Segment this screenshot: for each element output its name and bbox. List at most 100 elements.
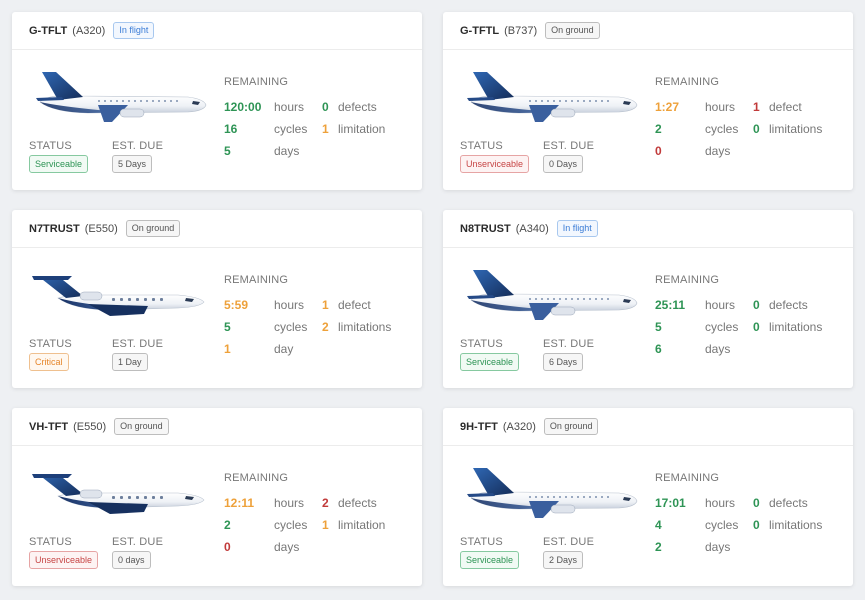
limitations-unit: limitations — [769, 122, 823, 136]
hours-unit: hours — [274, 496, 305, 510]
est-due-label: EST. DUE — [112, 338, 164, 350]
aircraft-registration[interactable]: 9H-TFT — [460, 421, 498, 433]
card-header: G-TFLT (A320) In flight — [12, 12, 422, 50]
defects-unit: defects — [769, 298, 808, 312]
limitations-unit: limitations — [769, 320, 823, 334]
status-badge: Critical — [29, 353, 69, 371]
defects-value: 0 — [753, 298, 760, 312]
airliner-icon — [459, 460, 639, 526]
aircraft-card[interactable]: N7TRUST (E550) On ground STATUS EST. DUE… — [12, 210, 422, 388]
aircraft-card[interactable]: G-TFTL (B737) On ground STATUS EST. DUE … — [443, 12, 853, 190]
hours-unit: hours — [274, 100, 305, 114]
status-label: STATUS — [460, 536, 503, 548]
hours-unit: hours — [705, 100, 736, 114]
hours-value: 1:27 — [655, 100, 680, 114]
aircraft-card[interactable]: VH-TFT (E550) On ground STATUS EST. DUE … — [12, 408, 422, 586]
aircraft-registration[interactable]: G-TFTL — [460, 25, 499, 37]
card-header: N7TRUST (E550) On ground — [12, 210, 422, 248]
cycles-unit: cycles — [705, 320, 739, 334]
limitations-value: 0 — [753, 320, 760, 334]
cycles-value: 5 — [224, 320, 231, 334]
cycles-value: 5 — [655, 320, 662, 334]
location-chip: On ground — [125, 220, 181, 237]
limitations-unit: limitations — [338, 320, 392, 334]
aircraft-registration[interactable]: G-TFLT — [29, 25, 67, 37]
aircraft-registration[interactable]: N8TRUST — [460, 223, 511, 235]
days-unit: day — [274, 342, 294, 356]
location-chip: On ground — [543, 418, 599, 435]
hours-value: 12:11 — [224, 496, 255, 510]
location-chip: In flight — [556, 220, 598, 237]
cycles-value: 16 — [224, 122, 238, 136]
est-due-label: EST. DUE — [112, 536, 164, 548]
days-unit: days — [705, 540, 731, 554]
aircraft-card[interactable]: G-TFLT (A320) In flight STATUS EST. DUE … — [12, 12, 422, 190]
limitations-value: 0 — [753, 518, 760, 532]
status-badge: Unserviceable — [29, 551, 99, 569]
status-badge: Serviceable — [29, 155, 89, 173]
remaining-title: REMAINING — [655, 472, 720, 484]
hours-value: 120:00 — [224, 100, 262, 114]
est-due-badge: 2 Days — [543, 551, 584, 569]
est-due-label: EST. DUE — [112, 140, 164, 152]
hours-value: 17:01 — [655, 496, 686, 510]
status-label: STATUS — [29, 140, 72, 152]
limitations-value: 0 — [753, 122, 760, 136]
days-value: 2 — [655, 540, 662, 554]
remaining-title: REMAINING — [224, 76, 289, 88]
aircraft-model: (A320) — [502, 420, 536, 433]
airliner-icon — [28, 64, 208, 130]
remaining-title: REMAINING — [655, 76, 720, 88]
days-unit: days — [705, 342, 731, 356]
days-value: 0 — [655, 144, 662, 158]
cycles-value: 2 — [655, 122, 662, 136]
days-value: 0 — [224, 540, 231, 554]
days-value: 1 — [224, 342, 231, 356]
aircraft-model: (E550) — [73, 420, 107, 433]
limitations-value: 1 — [322, 518, 329, 532]
business-jet-icon — [28, 460, 208, 526]
cycles-value: 4 — [655, 518, 662, 532]
aircraft-card[interactable]: N8TRUST (A340) In flight STATUS EST. DUE… — [443, 210, 853, 388]
status-label: STATUS — [29, 536, 72, 548]
days-unit: days — [274, 540, 300, 554]
card-header: N8TRUST (A340) In flight — [443, 210, 853, 248]
aircraft-registration[interactable]: N7TRUST — [29, 223, 80, 235]
location-chip: On ground — [114, 418, 169, 435]
est-due-label: EST. DUE — [543, 536, 595, 548]
status-badge: Unserviceable — [460, 155, 530, 173]
remaining-title: REMAINING — [655, 274, 720, 286]
limitations-unit: limitations — [769, 518, 823, 532]
cycles-unit: cycles — [705, 518, 739, 532]
status-label: STATUS — [460, 338, 503, 350]
limitations-value: 1 — [322, 122, 329, 136]
est-due-badge: 5 Days — [112, 155, 153, 173]
limitations-unit: limitation — [338, 122, 386, 136]
cycles-unit: cycles — [274, 518, 308, 532]
defects-value: 0 — [322, 100, 329, 114]
hours-value: 25:11 — [655, 298, 686, 312]
defects-value: 1 — [753, 100, 760, 114]
aircraft-card[interactable]: 9H-TFT (A320) On ground STATUS EST. DUE … — [443, 408, 853, 586]
days-value: 6 — [655, 342, 662, 356]
days-unit: days — [274, 144, 300, 158]
defects-unit: defects — [338, 100, 377, 114]
business-jet-icon — [28, 262, 208, 328]
est-due-label: EST. DUE — [543, 338, 595, 350]
airliner-icon — [459, 262, 639, 328]
defects-unit: defect — [769, 100, 802, 114]
status-label: STATUS — [460, 140, 503, 152]
card-header: VH-TFT (E550) On ground — [12, 408, 422, 446]
cycles-unit: cycles — [274, 122, 308, 136]
cycles-value: 2 — [224, 518, 231, 532]
defects-value: 1 — [322, 298, 329, 312]
aircraft-model: (A320) — [72, 24, 106, 37]
hours-unit: hours — [274, 298, 305, 312]
defects-unit: defect — [338, 298, 371, 312]
defects-unit: defects — [769, 496, 808, 510]
cycles-unit: cycles — [705, 122, 739, 136]
aircraft-registration[interactable]: VH-TFT — [29, 421, 68, 433]
aircraft-model: (E550) — [84, 222, 118, 235]
defects-unit: defects — [338, 496, 377, 510]
est-due-badge: 0 days — [112, 551, 151, 569]
